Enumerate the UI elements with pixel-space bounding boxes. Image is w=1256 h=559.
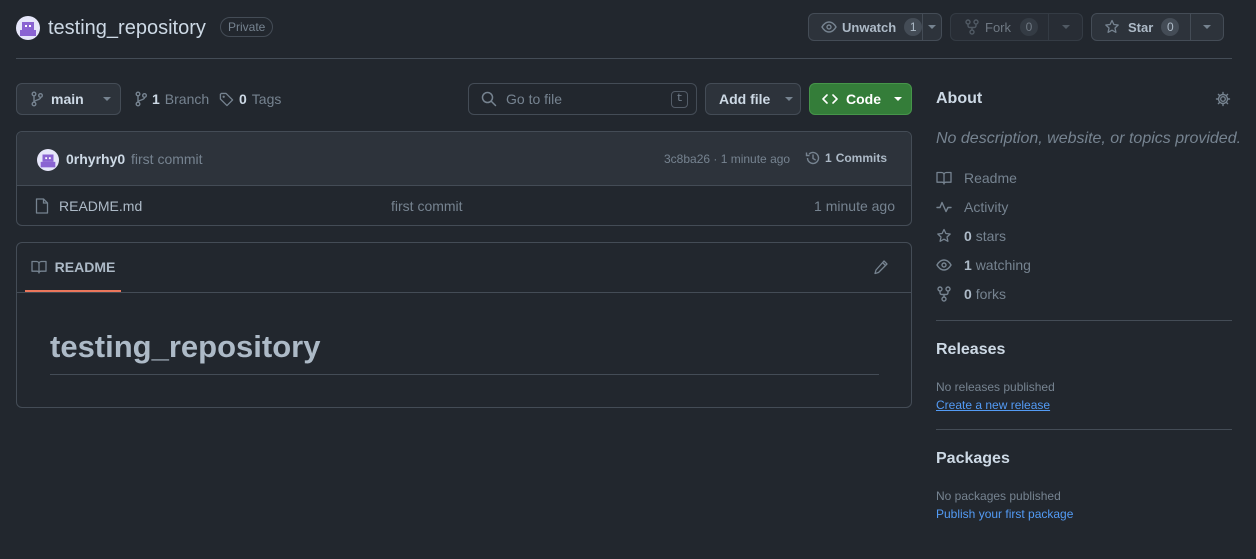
commit-message[interactable]: first commit [131,151,203,167]
file-name[interactable]: README.md [59,198,142,214]
edit-pencil-icon[interactable] [873,259,889,275]
about-title: About [936,90,983,107]
book-icon [936,170,952,186]
author-avatar[interactable] [37,149,59,171]
readme-heading: testing_repository [50,329,321,364]
caret-down-icon [893,96,903,102]
publish-package-link[interactable]: Publish your first package [936,507,1073,521]
stars-count: 0 [964,228,972,244]
visibility-badge: Private [220,17,274,37]
eye-icon [936,257,952,273]
header-divider [16,58,1232,59]
unwatch-label: Unwatch [842,19,897,35]
fork-label: Fork [985,19,1011,35]
fork-dropdown[interactable] [1049,14,1082,40]
unwatch-count: 1 [904,18,923,36]
about-item-label: Activity [964,199,1009,215]
search-placeholder: Go to file [506,91,563,107]
commit-hash-time[interactable]: 3c8ba26 · 1 minute ago [664,152,790,166]
commits-count: 1 [825,151,832,165]
releases-title[interactable]: Releases [936,341,1005,359]
file-icon [35,198,49,214]
about-item-label: forks [975,286,1007,302]
readme-header: README [17,243,911,293]
about-item-watching[interactable]: 1 watching [936,257,1031,273]
file-list: 0rhyrhy0 first commit 3c8ba26 · 1 minute… [16,131,912,226]
branch-label: Branch [164,91,210,107]
add-file-label: Add file [719,91,771,107]
shortcut-key: t [671,90,688,108]
commit-author[interactable]: 0rhyrhy0 [66,151,125,167]
latest-commit-bar: 0rhyrhy0 first commit 3c8ba26 · 1 minute… [17,132,911,186]
tag-icon [219,92,234,107]
file-commit-message[interactable]: first commit [391,198,463,214]
about-item-forks[interactable]: 0 forks [936,286,1006,302]
code-icon [822,91,838,107]
star-icon [936,228,952,244]
file-row[interactable]: README.md first commit 1 minute ago [17,186,911,225]
star-label: Star [1128,19,1154,35]
branch-select-button[interactable]: main [16,83,121,115]
caret-down-icon [1061,24,1071,30]
go-to-file-input[interactable]: Go to file t [468,83,697,115]
readme-panel: README testing_repository [16,242,912,408]
about-item-readme[interactable]: Readme [936,170,1017,186]
gear-icon[interactable] [1215,91,1231,107]
commits-link[interactable]: 1 Commits [805,150,887,166]
about-item-label: Readme [964,170,1017,186]
about-item-activity[interactable]: Activity [936,199,1008,215]
fork-count: 0 [1020,18,1038,36]
code-label: Code [846,91,881,107]
sidebar-divider [936,320,1232,321]
pulse-icon [936,199,952,215]
readme-tab[interactable]: README [25,243,121,292]
about-description: No description, website, or topics provi… [936,130,1242,147]
caret-down-icon [1202,24,1212,30]
star-dropdown[interactable] [1191,14,1223,40]
fork-icon [936,286,952,302]
branch-name: main [51,91,84,107]
eye-icon [821,19,837,35]
caret-down-icon [102,96,112,102]
fork-button[interactable]: Fork 0 [950,13,1083,41]
watching-count: 1 [964,257,972,273]
about-item-label: watching [975,257,1031,273]
file-commit-time: 1 minute ago [814,198,895,214]
search-icon [481,91,497,107]
forks-count: 0 [964,286,972,302]
unwatch-button[interactable]: Unwatch 1 [808,13,942,41]
caret-down-icon [927,24,937,30]
packages-empty-text: No packages published [936,489,1061,503]
readme-heading-rule [50,374,879,375]
about-item-stars[interactable]: 0 stars [936,228,1006,244]
book-icon [31,259,47,275]
branches-link[interactable]: 1 Branch [135,91,209,107]
star-count: 0 [1161,18,1180,36]
star-icon [1104,19,1120,35]
star-button[interactable]: Star 0 [1091,13,1224,41]
sidebar-divider [936,429,1232,430]
code-button[interactable]: Code [809,83,912,115]
repo-name[interactable]: testing_repository [48,15,206,41]
history-icon [805,150,821,166]
branch-count: 1 [152,91,160,107]
tag-count: 0 [239,91,247,107]
readme-tab-label: README [54,258,116,275]
repo-avatar[interactable] [16,16,40,40]
unwatch-dropdown[interactable] [923,14,941,40]
fork-icon [965,19,979,35]
tags-link[interactable]: 0 Tags [219,91,281,107]
tag-label: Tags [251,91,282,107]
packages-title[interactable]: Packages [936,450,1010,468]
caret-down-icon [784,96,794,102]
releases-empty-text: No releases published [936,380,1055,394]
create-release-link[interactable]: Create a new release [936,398,1050,412]
add-file-button[interactable]: Add file [705,83,801,115]
about-item-label: stars [975,228,1007,244]
commits-label: Commits [835,151,888,165]
branch-icon [135,91,147,107]
branch-icon [31,91,43,107]
